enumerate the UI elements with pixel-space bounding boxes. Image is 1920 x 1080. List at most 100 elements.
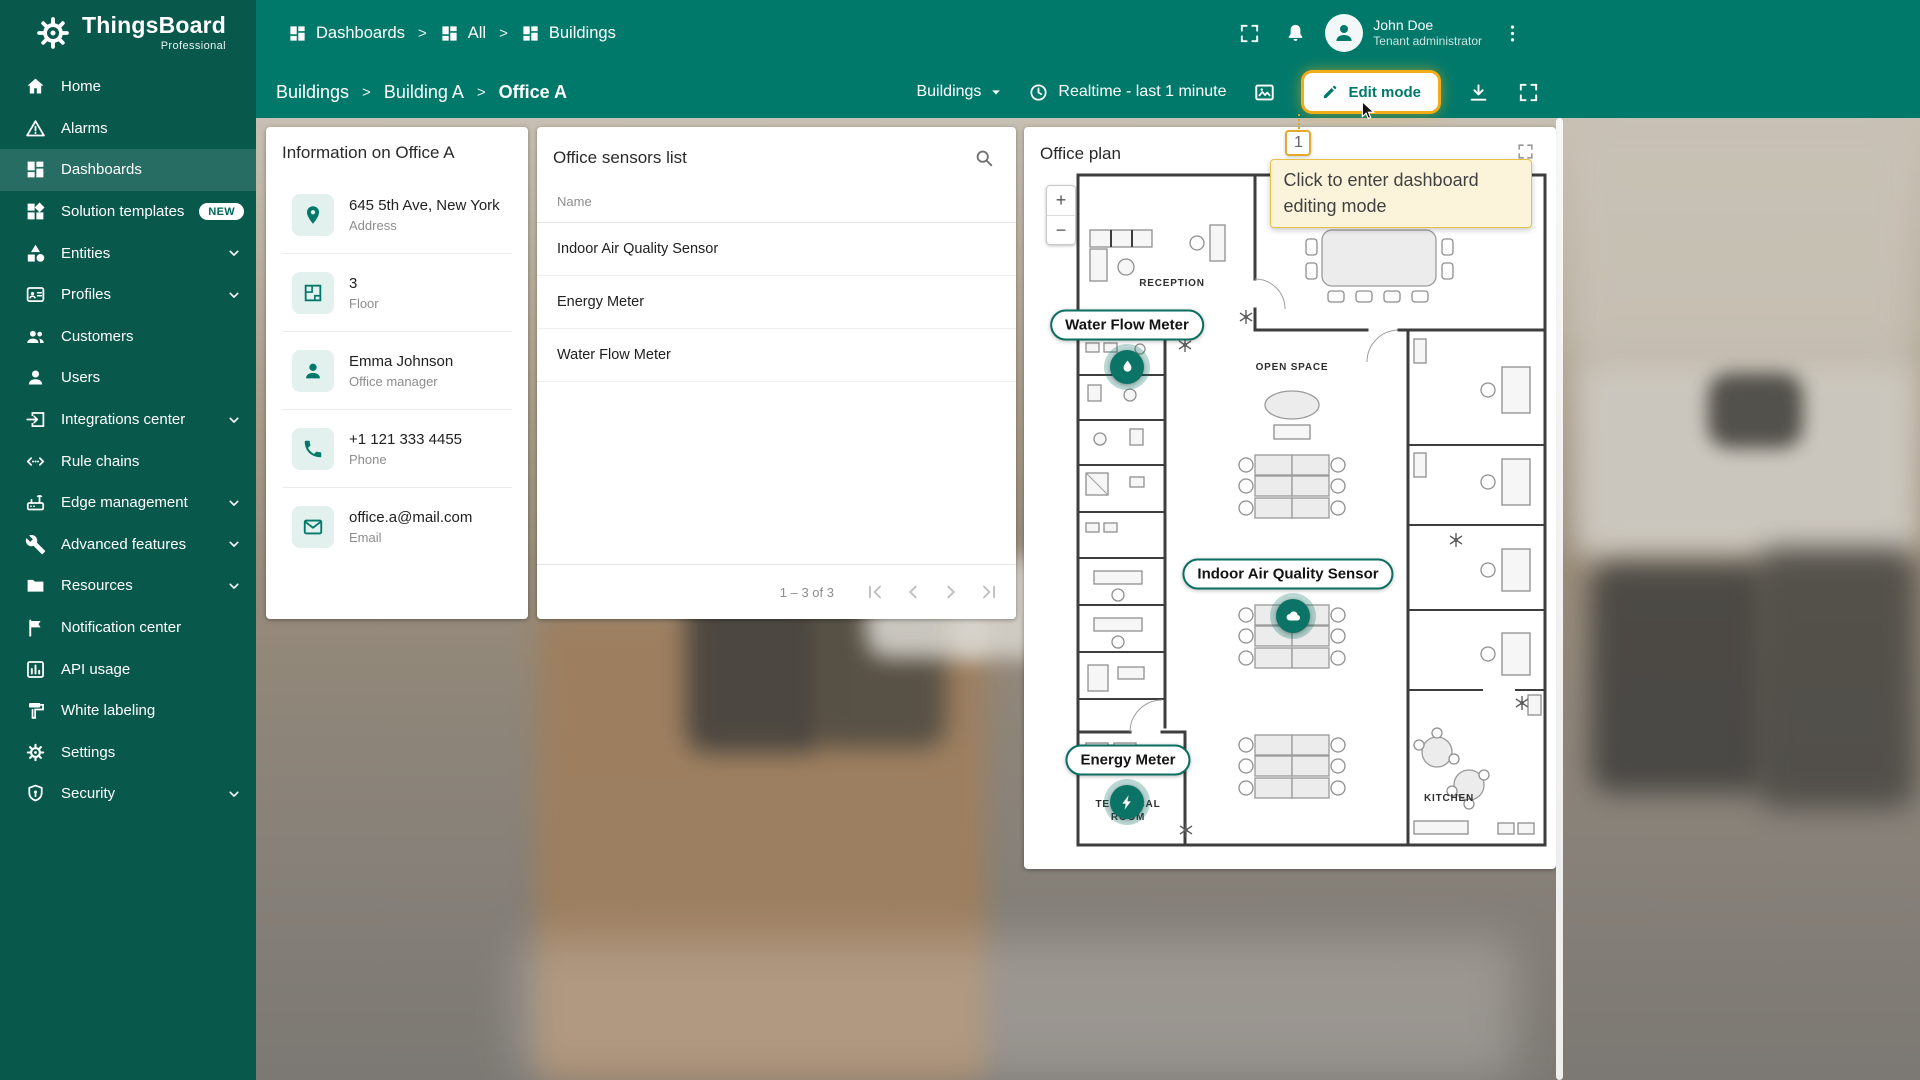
sidebar-item-settings[interactable]: Settings [0,732,256,774]
wrench-icon [25,534,46,555]
dashboards-icon [25,159,46,180]
sidebar-item-solution-templates[interactable]: Solution templates NEW [0,191,256,233]
sidebar-item-dashboards[interactable]: Dashboards [0,149,256,191]
zoom-in-button[interactable]: + [1047,186,1075,215]
dashboard-fullscreen-button[interactable] [1508,72,1548,112]
paint-icon [25,700,46,721]
info-value: office.a@mail.com [349,509,473,526]
sidebar-item-white-labeling[interactable]: White labeling [0,690,256,732]
water-flow-meter-sensor[interactable] [1104,344,1150,390]
clock-icon [1028,82,1049,103]
last-page-button[interactable] [970,573,1008,611]
sidebar-item-label: Home [61,78,102,96]
info-value: +1 121 333 4455 [349,431,463,448]
search-button[interactable] [968,142,1000,174]
sidebar-item-entities[interactable]: Entities [0,232,256,274]
table-empty-space [537,382,1016,564]
sidebar-item-label: Integrations center [61,411,186,429]
scrollbar[interactable] [1556,118,1563,1080]
sidebar-item-resources[interactable]: Resources [0,565,256,607]
chevron-down-icon [224,784,244,804]
widget-title: Office sensors list [553,148,687,167]
entity-select[interactable]: Buildings [912,76,1010,108]
download-button[interactable] [1458,72,1498,112]
state-building-a[interactable]: Building A [384,82,464,103]
user-menu[interactable]: John Doe Tenant administrator [1373,16,1482,50]
notifications-button[interactable] [1275,13,1315,53]
info-row-manager: Emma Johnson Office manager [266,332,528,410]
breadcrumb-separator: > [476,83,486,101]
dashboard-breadcrumb: Buildings > Building A > Office A [276,82,567,103]
fullscreen-button[interactable] [1229,13,1269,53]
info-value: 3 [349,275,358,292]
device-marker-indoor-air-quality-sensor[interactable]: Indoor Air Quality Sensor [1182,558,1394,590]
zoom-out-button[interactable]: − [1047,215,1075,244]
customers-icon [25,326,46,347]
floor-plan-icon [292,272,334,314]
sidebar-item-label: White labeling [61,702,156,720]
sidebar-item-label: Profiles [61,286,112,304]
sidebar-item-label: Advanced features [61,535,187,553]
dashboards-icon [521,24,540,43]
breadcrumb: Dashboards > All > Buildings [288,24,616,43]
main-area: Dashboards > All > Buildings John Doe Te… [256,0,1920,1080]
breadcrumb-buildings[interactable]: Buildings [521,24,616,43]
more-menu-button[interactable] [1492,13,1532,53]
first-page-button[interactable] [856,573,894,611]
prev-page-button[interactable] [894,573,932,611]
sidebar-item-label: Security [61,785,116,803]
breadcrumb-label: Buildings [548,23,616,42]
flag-icon [25,617,46,638]
sidebar-item-home[interactable]: Home [0,66,256,108]
sidebar-item-label: Rule chains [61,452,140,470]
dashboard-toolbar: Buildings > Building A > Office A Buildi… [256,66,1920,229]
breadcrumb-dashboards[interactable]: Dashboards [288,24,405,43]
sidebar-item-label: Edge management [61,494,188,512]
sidebar-item-label: Settings [61,743,116,761]
image-icon [1253,81,1276,104]
chevron-right-icon [940,581,962,603]
indoor-air-quality-sensor[interactable] [1270,593,1316,639]
table-row[interactable]: Energy Meter [537,276,1016,329]
brand-edition: Professional [160,40,227,52]
sidebar-item-users[interactable]: Users [0,357,256,399]
energy-meter-sensor[interactable] [1104,779,1150,825]
avatar[interactable] [1325,14,1364,52]
sidebar-item-customers[interactable]: Customers [0,316,256,358]
water-drop-icon [1118,358,1137,377]
pagination-range: 1 – 3 of 3 [779,584,834,600]
column-header-name[interactable]: Name [537,183,1016,223]
next-page-button[interactable] [932,573,970,611]
person-icon [1332,21,1356,45]
sidebar-item-profiles[interactable]: Profiles [0,274,256,316]
device-marker-water-flow-meter[interactable]: Water Flow Meter [1050,309,1204,341]
sidebar-item-api-usage[interactable]: API usage [0,648,256,690]
timewindow-button[interactable]: Realtime - last 1 minute [1028,82,1226,103]
state-buildings[interactable]: Buildings [276,82,349,103]
sensors-widget: Office sensors list Name Indoor Air Qual… [537,127,1016,619]
table-row[interactable]: Water Flow Meter [537,329,1016,382]
sidebar-item-rule-chains[interactable]: Rule chains [0,440,256,482]
sidebar-item-notification-center[interactable]: Notification center [0,607,256,649]
sidebar-item-security[interactable]: Security [0,773,256,815]
photo-blob [1566,118,1920,368]
sidebar-item-integrations-center[interactable]: Integrations center [0,399,256,441]
phone-icon [292,428,334,470]
sidebar-item-alarms[interactable]: Alarms [0,108,256,150]
breadcrumb-separator: > [499,24,508,42]
photo-blob [1708,373,1803,448]
brand-logo[interactable]: ThingsBoard Professional [0,0,256,66]
breadcrumb-all[interactable]: All [440,24,486,43]
location-pin-icon [292,194,334,236]
widget-title: Information on Office A [282,143,455,162]
person-icon [292,350,334,392]
home-icon [25,76,46,97]
widgets-icon [25,201,46,222]
dashboard-image-button[interactable] [1244,72,1284,112]
device-marker-energy-meter[interactable]: Energy Meter [1065,744,1191,776]
alarm-icon [25,118,46,139]
sidebar-item-edge-management[interactable]: Edge management [0,482,256,524]
download-icon [1467,81,1490,104]
sidebar-item-advanced-features[interactable]: Advanced features [0,524,256,566]
table-row[interactable]: Indoor Air Quality Sensor [537,223,1016,276]
